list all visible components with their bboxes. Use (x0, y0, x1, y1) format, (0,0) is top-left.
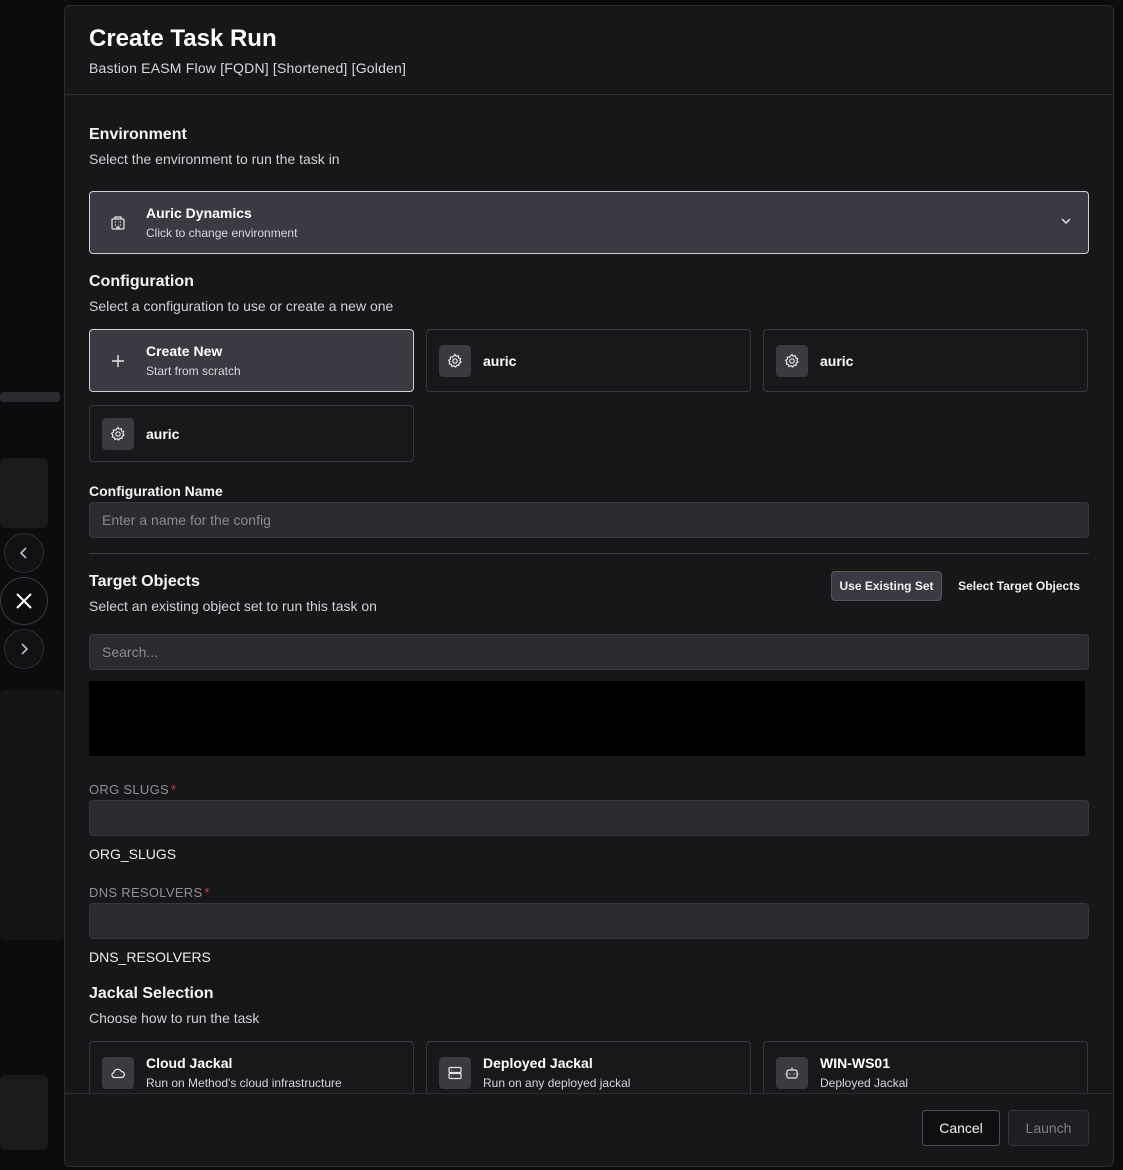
target-search-input[interactable] (89, 634, 1089, 670)
config-name-input[interactable] (89, 502, 1089, 538)
required-marker: * (204, 885, 210, 900)
org-slugs-input[interactable] (89, 800, 1089, 836)
config-create-new-card[interactable]: Create New Start from scratch (89, 329, 414, 392)
config-name: auric (820, 352, 854, 369)
org-slugs-key: ORG_SLUGS (89, 846, 177, 862)
modal-header: Create Task Run Bastion EASM Flow [FQDN]… (65, 6, 1113, 95)
jackal-option-label: WIN-WS01 (820, 1055, 890, 1071)
environment-section-header: Environment Select the environment to ru… (89, 126, 340, 167)
chevron-right-icon (21, 643, 29, 655)
jackal-option-label: Cloud Jackal (146, 1055, 233, 1071)
server-icon (439, 1056, 471, 1089)
jackal-option-hint: Deployed Jackal (820, 1076, 909, 1090)
close-viewer-button[interactable] (0, 577, 48, 625)
environment-hint: Click to change environment (146, 226, 298, 240)
environment-name: Auric Dynamics (146, 205, 252, 221)
config-name: auric (146, 425, 180, 442)
plus-icon (102, 345, 134, 377)
use-existing-set-button[interactable]: Use Existing Set (831, 571, 942, 601)
jackal-option-deployed[interactable]: Deployed Jackal Run on any deployed jack… (426, 1041, 751, 1096)
chevron-down-icon (1060, 214, 1072, 232)
next-button[interactable] (4, 629, 44, 669)
targets-section-header: Target Objects Select an existing object… (89, 573, 377, 614)
robot-icon (776, 1056, 808, 1089)
dns-resolvers-key: DNS_RESOLVERS (89, 949, 211, 965)
close-icon (16, 593, 32, 609)
gear-icon (776, 344, 808, 377)
dns-resolvers-input[interactable] (89, 903, 1089, 939)
create-new-label: Create New (146, 343, 223, 359)
background-card (0, 458, 48, 528)
create-task-run-modal: Create Task Run Bastion EASM Flow [FQDN]… (64, 5, 1114, 1167)
gear-icon (439, 344, 471, 377)
config-name-label: Configuration Name (89, 483, 223, 499)
background-text (0, 392, 60, 402)
divider (89, 553, 1089, 554)
jackal-section-header: Jackal Selection Choose how to run the t… (89, 985, 259, 1026)
cancel-button[interactable]: Cancel (922, 1110, 1000, 1146)
background-card (0, 690, 64, 940)
targets-title: Target Objects (89, 573, 200, 590)
configuration-description: Select a configuration to use or create … (89, 298, 394, 314)
config-card[interactable]: auric (89, 405, 414, 462)
create-new-hint: Start from scratch (146, 364, 241, 378)
config-card[interactable]: auric (763, 329, 1088, 392)
jackal-description: Choose how to run the task (89, 1010, 260, 1026)
environment-select-text: Auric Dynamics Click to change environme… (146, 205, 297, 240)
environment-title: Environment (89, 126, 187, 143)
jackal-option-label: Deployed Jackal (483, 1055, 593, 1071)
select-target-objects-button[interactable]: Select Target Objects (951, 571, 1087, 601)
background-card (0, 1075, 48, 1150)
environment-select[interactable]: Auric Dynamics Click to change environme… (89, 191, 1089, 254)
jackal-option-win-ws01[interactable]: WIN-WS01 Deployed Jackal (763, 1041, 1088, 1096)
targets-description: Select an existing object set to run thi… (89, 598, 377, 614)
launch-button[interactable]: Launch (1008, 1110, 1089, 1146)
jackal-option-hint: Run on Method's cloud infrastructure (146, 1076, 342, 1090)
chevron-left-icon (19, 547, 27, 559)
configuration-section-header: Configuration Select a configuration to … (89, 273, 393, 314)
jackal-option-cloud[interactable]: Cloud Jackal Run on Method's cloud infra… (89, 1041, 414, 1096)
required-marker: * (171, 782, 177, 797)
configuration-title: Configuration (89, 273, 194, 290)
config-name: auric (483, 352, 517, 369)
modal-subtitle: Bastion EASM Flow [FQDN] [Shortened] [Go… (89, 60, 407, 76)
org-slugs-label: ORG SLUGS * (89, 782, 176, 797)
modal-body: Environment Select the environment to ru… (89, 96, 1089, 1096)
building-icon (106, 211, 130, 235)
dns-resolvers-label-text: DNS RESOLVERS (89, 885, 203, 900)
object-set-list (89, 681, 1085, 756)
previous-button[interactable] (4, 533, 44, 573)
dns-resolvers-label: DNS RESOLVERS * (89, 885, 210, 900)
modal-title: Create Task Run (89, 25, 277, 52)
org-slugs-label-text: ORG SLUGS (89, 782, 169, 797)
cloud-icon (102, 1056, 134, 1089)
jackal-title: Jackal Selection (89, 985, 214, 1002)
modal-footer: Cancel Launch (65, 1093, 1113, 1166)
environment-description: Select the environment to run the task i… (89, 151, 340, 167)
jackal-option-hint: Run on any deployed jackal (483, 1076, 631, 1090)
config-card[interactable]: auric (426, 329, 751, 392)
gear-icon (102, 417, 134, 450)
